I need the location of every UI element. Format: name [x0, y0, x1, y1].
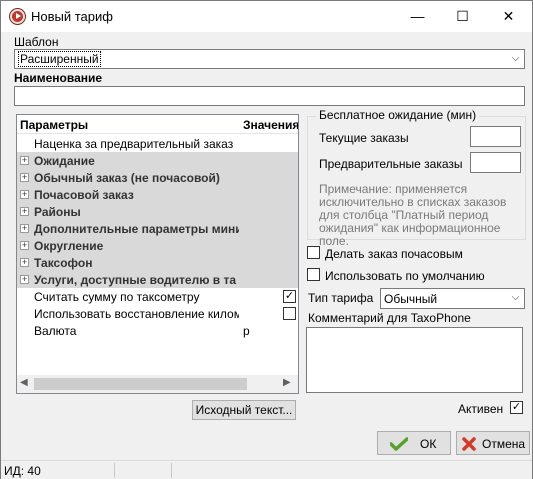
close-button[interactable]: ✕: [486, 1, 531, 32]
param-row[interactable]: Валюта р: [17, 322, 298, 339]
param-group-label: Дополнительные параметры мини: [34, 222, 239, 236]
param-row[interactable]: Наценка за предварительный заказ: [17, 135, 298, 152]
status-bar: ИД: 40: [1, 460, 532, 479]
checkmark-icon: [390, 437, 408, 451]
template-select[interactable]: Расширенный ⌵: [14, 49, 525, 69]
column-header-values[interactable]: Значения: [243, 118, 298, 132]
param-row[interactable]: Использовать восстановление километ: [17, 305, 298, 322]
hourly-checkbox[interactable]: [307, 246, 320, 259]
cancel-button[interactable]: Отмена: [456, 431, 530, 455]
minimize-button[interactable]: —: [395, 1, 440, 32]
prelim-orders-label: Предварительные заказы: [319, 157, 463, 171]
scroll-right-icon[interactable]: ▶: [283, 377, 291, 388]
param-group-row[interactable]: + Округление: [17, 237, 298, 254]
restore-km-checkbox[interactable]: [283, 307, 296, 320]
param-row-label: Наценка за предварительный заказ: [34, 137, 234, 151]
tariff-type-value: Обычный: [384, 292, 438, 306]
status-separator: [171, 463, 172, 478]
free-wait-note: Примечание: применяется исключительно в …: [319, 182, 507, 248]
title-bar: Новый тариф — ☐ ✕: [1, 1, 532, 32]
cancel-x-icon: [462, 437, 476, 451]
ok-button[interactable]: ОК: [377, 431, 451, 455]
expand-plus-icon[interactable]: +: [20, 224, 29, 233]
chevron-down-icon: ⌵: [511, 53, 520, 64]
param-group-label: Округление: [34, 239, 104, 253]
default-checkbox[interactable]: [307, 268, 320, 281]
expand-plus-icon[interactable]: +: [20, 275, 29, 284]
taximeter-checkbox[interactable]: ✓: [283, 290, 296, 303]
column-header-params[interactable]: Параметры: [20, 118, 88, 132]
param-row-label: Использовать восстановление километ: [34, 307, 239, 321]
active-label: Активен: [458, 402, 504, 416]
hourly-label: Делать заказ почасовым: [325, 247, 463, 261]
param-group-row[interactable]: + Ожидание: [17, 152, 298, 169]
expand-plus-icon[interactable]: +: [20, 190, 29, 199]
param-group-row[interactable]: + Районы: [17, 203, 298, 220]
param-group-row[interactable]: + Почасовой заказ: [17, 186, 298, 203]
tariff-type-label: Тип тарифа: [308, 291, 374, 305]
parameters-grid-header: Параметры Значения: [17, 115, 298, 134]
expand-plus-icon[interactable]: +: [20, 241, 29, 250]
param-group-row[interactable]: + Обычный заказ (не почасовой): [17, 169, 298, 186]
scrollbar-thumb[interactable]: [34, 378, 247, 390]
scroll-left-icon[interactable]: ◀: [20, 377, 28, 388]
ok-button-label: ОК: [420, 437, 437, 451]
param-group-label: Почасовой заказ: [34, 188, 134, 202]
param-row-label: Считать сумму по таксометру: [34, 290, 200, 304]
cancel-button-label: Отмена: [482, 437, 526, 451]
expand-plus-icon[interactable]: +: [20, 156, 29, 165]
tariff-type-select[interactable]: Обычный ⌵: [380, 288, 525, 309]
status-separator: [114, 463, 115, 478]
param-row-label: Валюта: [34, 324, 77, 338]
param-row[interactable]: Считать сумму по таксометру ✓: [17, 288, 298, 305]
template-label: Шаблон: [14, 35, 59, 49]
active-checkbox[interactable]: ✓: [510, 401, 523, 414]
prelim-orders-input[interactable]: [470, 152, 521, 173]
name-input[interactable]: [14, 86, 525, 106]
param-group-label: Ожидание: [34, 154, 95, 168]
free-wait-group: Бесплатное ожидание (мин) Текущие заказы…: [307, 108, 526, 248]
window-title: Новый тариф: [31, 9, 113, 24]
source-text-button[interactable]: Исходный текст...: [192, 400, 296, 420]
free-wait-title: Бесплатное ожидание (мин): [316, 108, 480, 122]
parameters-grid[interactable]: Параметры Значения Наценка за предварите…: [16, 114, 299, 394]
status-id-text: ИД: 40: [4, 464, 41, 478]
param-group-row[interactable]: + Услуги, доступные водителю в та: [17, 271, 298, 288]
param-group-label: Районы: [34, 205, 81, 219]
chevron-down-icon: ⌵: [511, 292, 520, 303]
expand-plus-icon[interactable]: +: [20, 173, 29, 182]
app-logo-icon: [10, 9, 25, 24]
expand-plus-icon[interactable]: +: [20, 207, 29, 216]
param-group-row[interactable]: + Таксофон: [17, 254, 298, 271]
expand-plus-icon[interactable]: +: [20, 258, 29, 267]
param-group-label: Обычный заказ (не почасовой): [34, 171, 220, 185]
name-label: Наименование: [14, 71, 103, 85]
template-select-value: Расширенный: [18, 51, 101, 67]
horizontal-scrollbar[interactable]: ◀ ▶: [17, 375, 298, 393]
maximize-button[interactable]: ☐: [440, 1, 485, 32]
comment-textarea[interactable]: [306, 327, 523, 393]
param-group-row[interactable]: + Дополнительные параметры мини: [17, 220, 298, 237]
comment-label: Комментарий для TaxoPhone: [308, 311, 471, 325]
param-group-label: Таксофон: [34, 256, 93, 270]
param-row-value: р: [243, 324, 250, 338]
current-orders-label: Текущие заказы: [319, 131, 409, 145]
default-label: Использовать по умолчанию: [325, 269, 485, 283]
dialog-window: Новый тариф — ☐ ✕ Шаблон Расширенный ⌵ Н…: [0, 0, 533, 479]
current-orders-input[interactable]: [470, 126, 521, 147]
param-group-label: Услуги, доступные водителю в та: [34, 273, 237, 287]
